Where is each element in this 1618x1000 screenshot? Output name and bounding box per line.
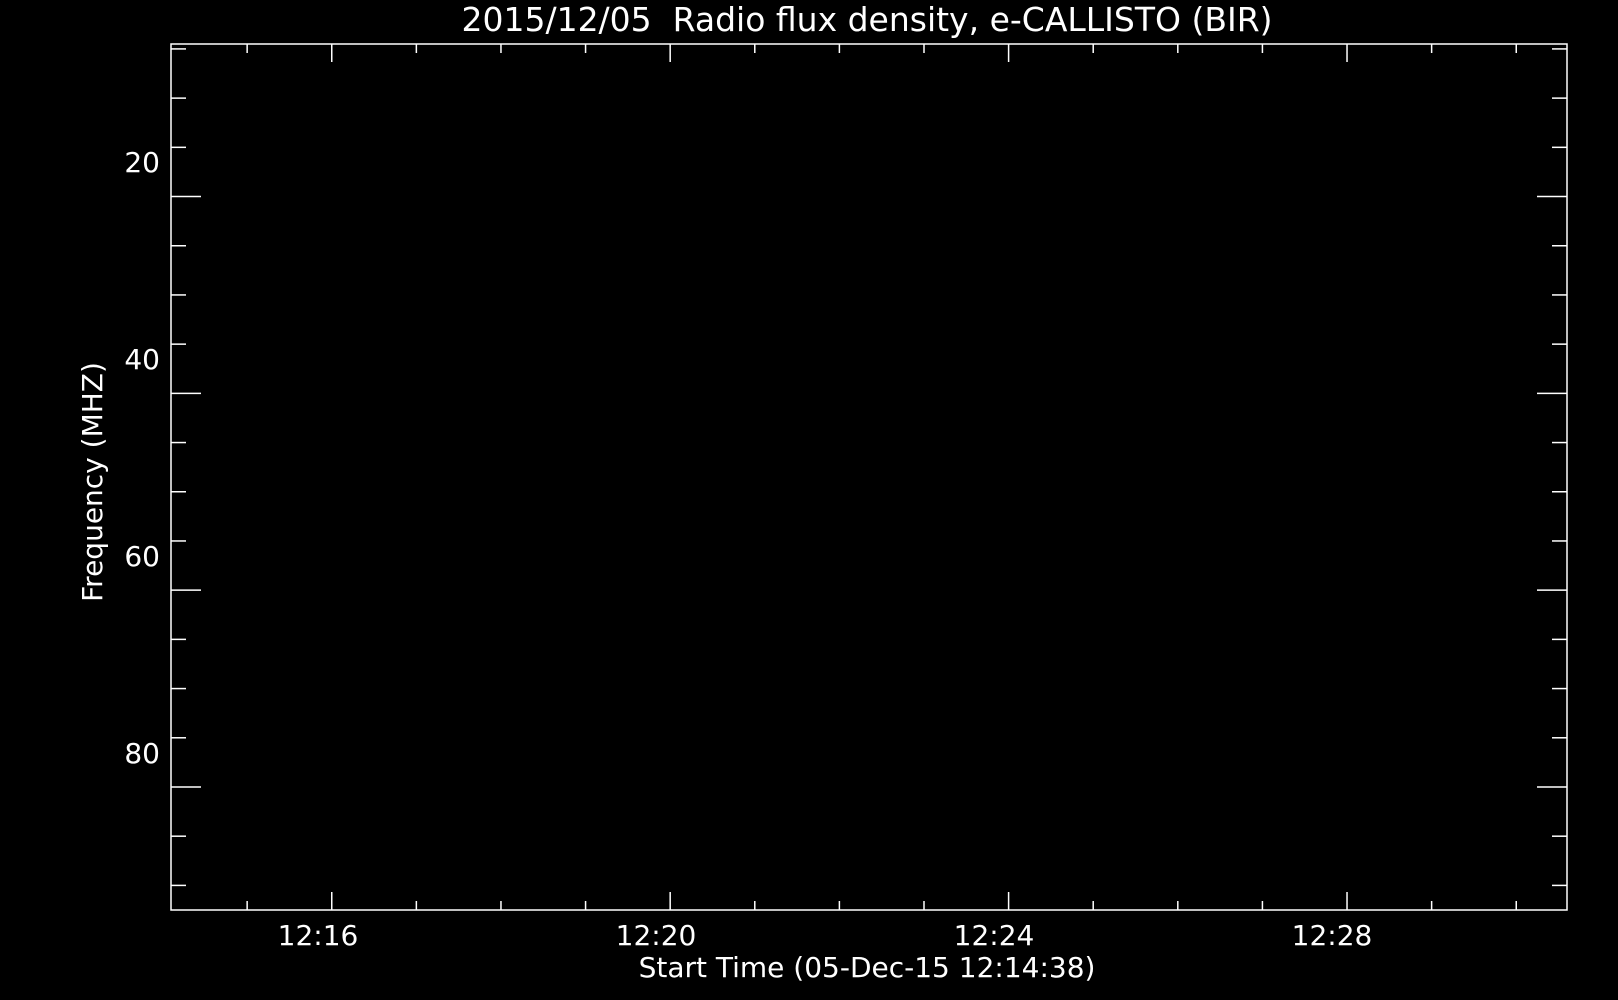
y-axis-label: Frequency (MHZ) — [76, 362, 109, 602]
x-tick-label: 12:28 — [1292, 919, 1373, 952]
y-tick-label: 20 — [124, 146, 160, 179]
chart-title: 2015/12/05 Radio flux density, e-CALLIST… — [461, 0, 1272, 39]
chart-background — [0, 0, 1618, 1000]
x-axis-label: Start Time (05-Dec-15 12:14:38) — [639, 951, 1096, 984]
x-tick-label: 12:20 — [616, 919, 697, 952]
x-tick-label: 12:16 — [278, 919, 359, 952]
y-tick-label: 40 — [124, 343, 160, 376]
y-tick-label: 80 — [124, 737, 160, 770]
x-tick-label: 12:24 — [954, 919, 1035, 952]
spectrogram-chart: 2015/12/05 Radio flux density, e-CALLIST… — [0, 0, 1618, 1000]
y-tick-label: 60 — [124, 540, 160, 573]
